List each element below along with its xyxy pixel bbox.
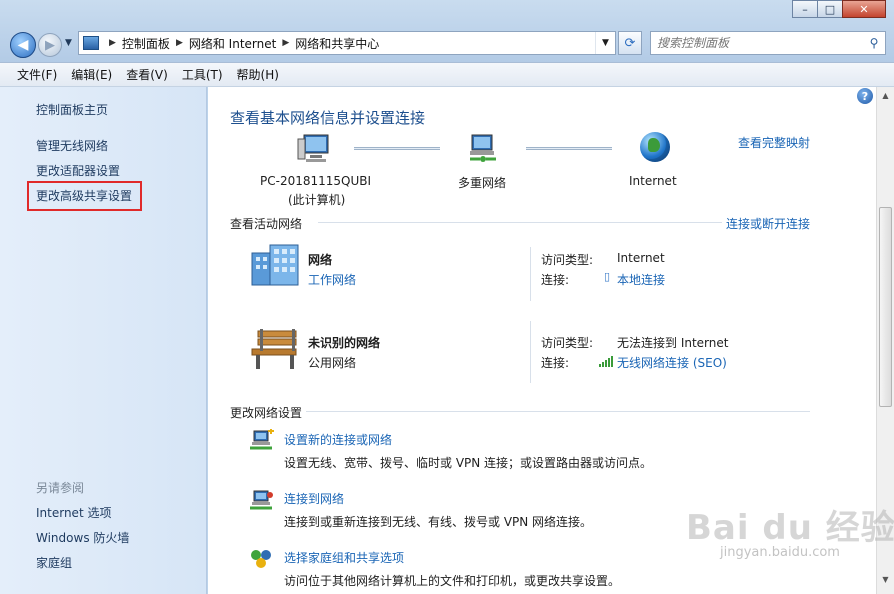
network-1-type-link[interactable]: 工作网络 bbox=[308, 271, 356, 288]
menu-file[interactable]: 文件(F) bbox=[10, 66, 64, 83]
arrow-right-icon: ▶ bbox=[45, 37, 55, 53]
recent-pages-dropdown[interactable]: ▼ bbox=[65, 38, 72, 48]
setup-new-connection-desc: 设置无线、宽带、拨号、临时或 VPN 连接；或设置路由器或访问点。 bbox=[284, 456, 653, 470]
page-title: 查看基本网络信息并设置连接 bbox=[230, 109, 426, 127]
homegroup-sharing-desc: 访问位于其他网络计算机上的文件和打印机，或更改共享设置。 bbox=[284, 574, 621, 588]
multiple-networks-label: 多重网络 bbox=[458, 176, 507, 190]
vertical-divider bbox=[530, 321, 531, 383]
new-connection-icon bbox=[250, 429, 274, 450]
close-button[interactable]: ✕ bbox=[842, 0, 886, 18]
window-chrome: – □ ✕ ◀ ▶ ▼ ▶ 控制面板 ▶ 网络和 Internet ▶ 网络和共… bbox=[0, 0, 894, 62]
menu-tools[interactable]: 工具(T) bbox=[175, 66, 230, 83]
address-bar[interactable]: ▶ 控制面板 ▶ 网络和 Internet ▶ 网络和共享中心 ▼ bbox=[78, 31, 616, 55]
sidebar-control-panel-home[interactable]: 控制面板主页 bbox=[36, 101, 108, 118]
control-panel-icon bbox=[83, 36, 99, 50]
multiple-networks-icon[interactable] bbox=[466, 133, 500, 165]
homegroup-sharing-link[interactable]: 选择家庭组和共享选项 bbox=[284, 549, 404, 566]
back-button[interactable]: ◀ bbox=[10, 32, 36, 58]
ethernet-icon: ▯ bbox=[604, 270, 611, 283]
network-1-conn-key: 连接: bbox=[541, 273, 570, 287]
baidu-watermark-logo: Bai du 经验 bbox=[686, 508, 894, 548]
internet-label: Internet bbox=[629, 174, 677, 188]
menu-edit[interactable]: 编辑(E) bbox=[64, 66, 119, 83]
network-1-access-value: Internet bbox=[617, 251, 665, 265]
network-2-conn-key: 连接: bbox=[541, 356, 570, 370]
baidu-watermark-url: jingyan.baidu.com bbox=[720, 545, 840, 560]
section-divider bbox=[306, 411, 810, 412]
computer-sub-label: (此计算机) bbox=[288, 193, 346, 207]
menu-help[interactable]: 帮助(H) bbox=[230, 66, 286, 83]
maximize-button[interactable]: □ bbox=[817, 0, 843, 18]
sidebar-windows-firewall[interactable]: Windows 防火墙 bbox=[36, 529, 129, 546]
network-2-access-value: 无法连接到 Internet bbox=[617, 336, 729, 350]
computer-icon[interactable] bbox=[296, 133, 330, 165]
network-2-type: 公用网络 bbox=[308, 356, 357, 370]
breadcrumb-network-internet[interactable]: 网络和 Internet bbox=[189, 35, 276, 52]
help-icon[interactable]: ? bbox=[857, 88, 873, 104]
scroll-thumb[interactable] bbox=[879, 207, 892, 407]
left-task-pane: 控制面板主页 管理无线网络 更改适配器设置 更改高级共享设置 另请参阅 Inte… bbox=[0, 87, 207, 594]
chevron-right-icon[interactable]: ▶ bbox=[176, 38, 183, 48]
see-also-heading: 另请参阅 bbox=[36, 481, 85, 495]
chevron-right-icon[interactable]: ▶ bbox=[109, 38, 116, 48]
globe-icon[interactable] bbox=[640, 132, 670, 162]
scroll-up-icon[interactable]: ▲ bbox=[879, 91, 892, 104]
setup-new-connection-link[interactable]: 设置新的连接或网络 bbox=[284, 431, 392, 448]
network-1-connection-link[interactable]: 本地连接 bbox=[617, 271, 665, 288]
scroll-down-icon[interactable]: ▼ bbox=[879, 575, 892, 588]
view-full-map-link[interactable]: 查看完整映射 bbox=[738, 134, 810, 151]
forward-button[interactable]: ▶ bbox=[38, 33, 62, 57]
homegroup-icon bbox=[251, 550, 271, 568]
connect-to-network-desc: 连接到或重新连接到无线、有线、拨号或 VPN 网络连接。 bbox=[284, 515, 593, 529]
connect-to-network-link[interactable]: 连接到网络 bbox=[284, 490, 344, 507]
sidebar-manage-wireless[interactable]: 管理无线网络 bbox=[36, 137, 108, 154]
search-box[interactable]: ⚲ bbox=[650, 31, 886, 55]
chevron-right-icon[interactable]: ▶ bbox=[282, 38, 289, 48]
section-divider bbox=[318, 222, 722, 223]
highlight-box bbox=[27, 181, 142, 211]
breadcrumb-network-sharing-center[interactable]: 网络和共享中心 bbox=[295, 35, 379, 52]
refresh-button[interactable]: ⟳ bbox=[618, 31, 642, 55]
wifi-signal-icon bbox=[599, 356, 613, 367]
breadcrumb-control-panel[interactable]: 控制面板 bbox=[122, 35, 170, 52]
network-2-name: 未识别的网络 bbox=[308, 336, 381, 350]
minimize-button[interactable]: – bbox=[792, 0, 818, 18]
change-settings-heading: 更改网络设置 bbox=[230, 406, 303, 420]
network-2-connection-link[interactable]: 无线网络连接 (SEO) bbox=[617, 354, 727, 371]
address-dropdown-icon[interactable]: ▼ bbox=[595, 32, 615, 54]
refresh-icon: ⟳ bbox=[624, 35, 636, 51]
sidebar-internet-options[interactable]: Internet 选项 bbox=[36, 504, 111, 521]
sidebar-homegroup[interactable]: 家庭组 bbox=[36, 554, 72, 571]
network-2-access-key: 访问类型: bbox=[541, 336, 594, 350]
network-1-access-key: 访问类型: bbox=[541, 253, 594, 267]
map-connector bbox=[354, 147, 440, 150]
computer-name-label: PC-20181115QUBI bbox=[260, 174, 372, 188]
map-connector bbox=[526, 147, 612, 150]
connect-disconnect-link[interactable]: 连接或断开连接 bbox=[726, 215, 810, 232]
search-icon[interactable]: ⚲ bbox=[863, 36, 885, 50]
window-controls: – □ ✕ bbox=[792, 0, 886, 18]
menu-view[interactable]: 查看(V) bbox=[119, 66, 175, 83]
sidebar-change-adapter[interactable]: 更改适配器设置 bbox=[36, 162, 120, 179]
connect-network-icon bbox=[250, 490, 273, 510]
menu-bar: 文件(F) 编辑(E) 查看(V) 工具(T) 帮助(H) bbox=[0, 62, 894, 87]
work-network-icon bbox=[251, 244, 299, 286]
vertical-divider bbox=[530, 247, 531, 301]
arrow-left-icon: ◀ bbox=[17, 37, 29, 53]
active-networks-heading: 查看活动网络 bbox=[230, 217, 303, 231]
network-1-name: 网络 bbox=[308, 253, 333, 267]
search-input[interactable] bbox=[657, 36, 857, 50]
public-network-bench-icon bbox=[251, 329, 297, 369]
